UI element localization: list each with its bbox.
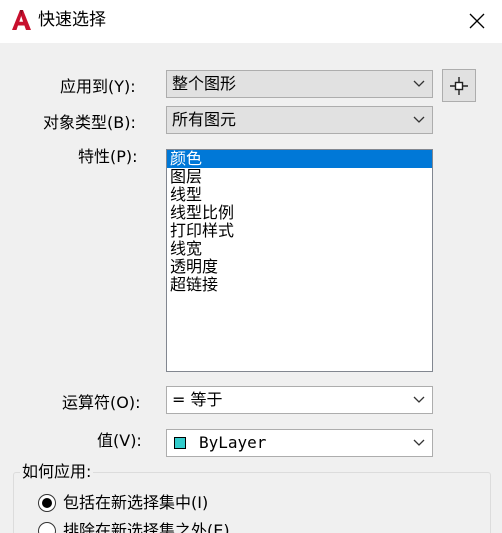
crosshair-pick-icon [450,76,468,95]
window-title: 快速选择 [38,10,106,30]
object-type-dropdown[interactable]: 所有图元 [166,106,433,134]
property-item-hyperlink[interactable]: 超链接 [167,276,432,294]
property-item-layer[interactable]: 图层 [167,168,432,186]
value-dropdown[interactable]: ByLayer [166,429,433,457]
include-radio[interactable]: 包括在新选择集中(I) [38,492,208,514]
chevron-down-icon [413,396,425,403]
property-item-lineweight[interactable]: 线宽 [167,240,432,258]
radio-unchecked-icon [38,522,56,533]
property-item-plot-style[interactable]: 打印样式 [167,222,432,240]
object-type-label: 对象类型(B): [43,113,136,132]
close-button[interactable] [462,6,492,36]
operator-value: = 等于 [172,390,223,409]
value-label: 值(V): [97,431,142,450]
apply-to-dropdown[interactable]: 整个图形 [166,70,433,98]
properties-label: 特性(P): [78,147,138,166]
chevron-down-icon [413,80,425,87]
autocad-logo-icon [10,9,32,31]
operator-label: 运算符(O): [62,393,141,412]
color-swatch [174,437,186,449]
select-objects-button[interactable] [442,69,476,102]
properties-listbox[interactable]: 颜色 图层 线型 线型比例 打印样式 线宽 透明度 超链接 [166,149,433,372]
chevron-down-icon [413,116,425,123]
object-type-value: 所有图元 [172,110,237,129]
property-item-linetype[interactable]: 线型 [167,186,432,204]
apply-how-label: 如何应用: [20,461,94,483]
property-item-linetype-scale[interactable]: 线型比例 [167,204,432,222]
close-icon [469,13,485,29]
radio-checked-icon [38,494,56,512]
title-bar: 快速选择 [0,0,502,43]
apply-to-label: 应用到(Y): [60,77,136,96]
chevron-down-icon [413,439,425,446]
apply-to-value: 整个图形 [172,74,237,93]
property-item-transparency[interactable]: 透明度 [167,258,432,276]
value-value: ByLayer [199,433,267,452]
operator-dropdown[interactable]: = 等于 [166,386,433,414]
exclude-radio-label: 排除在新选择集之外(E) [63,521,230,533]
include-radio-label: 包括在新选择集中(I) [63,493,209,512]
exclude-radio[interactable]: 排除在新选择集之外(E) [38,520,230,533]
property-item-color[interactable]: 颜色 [167,150,432,168]
